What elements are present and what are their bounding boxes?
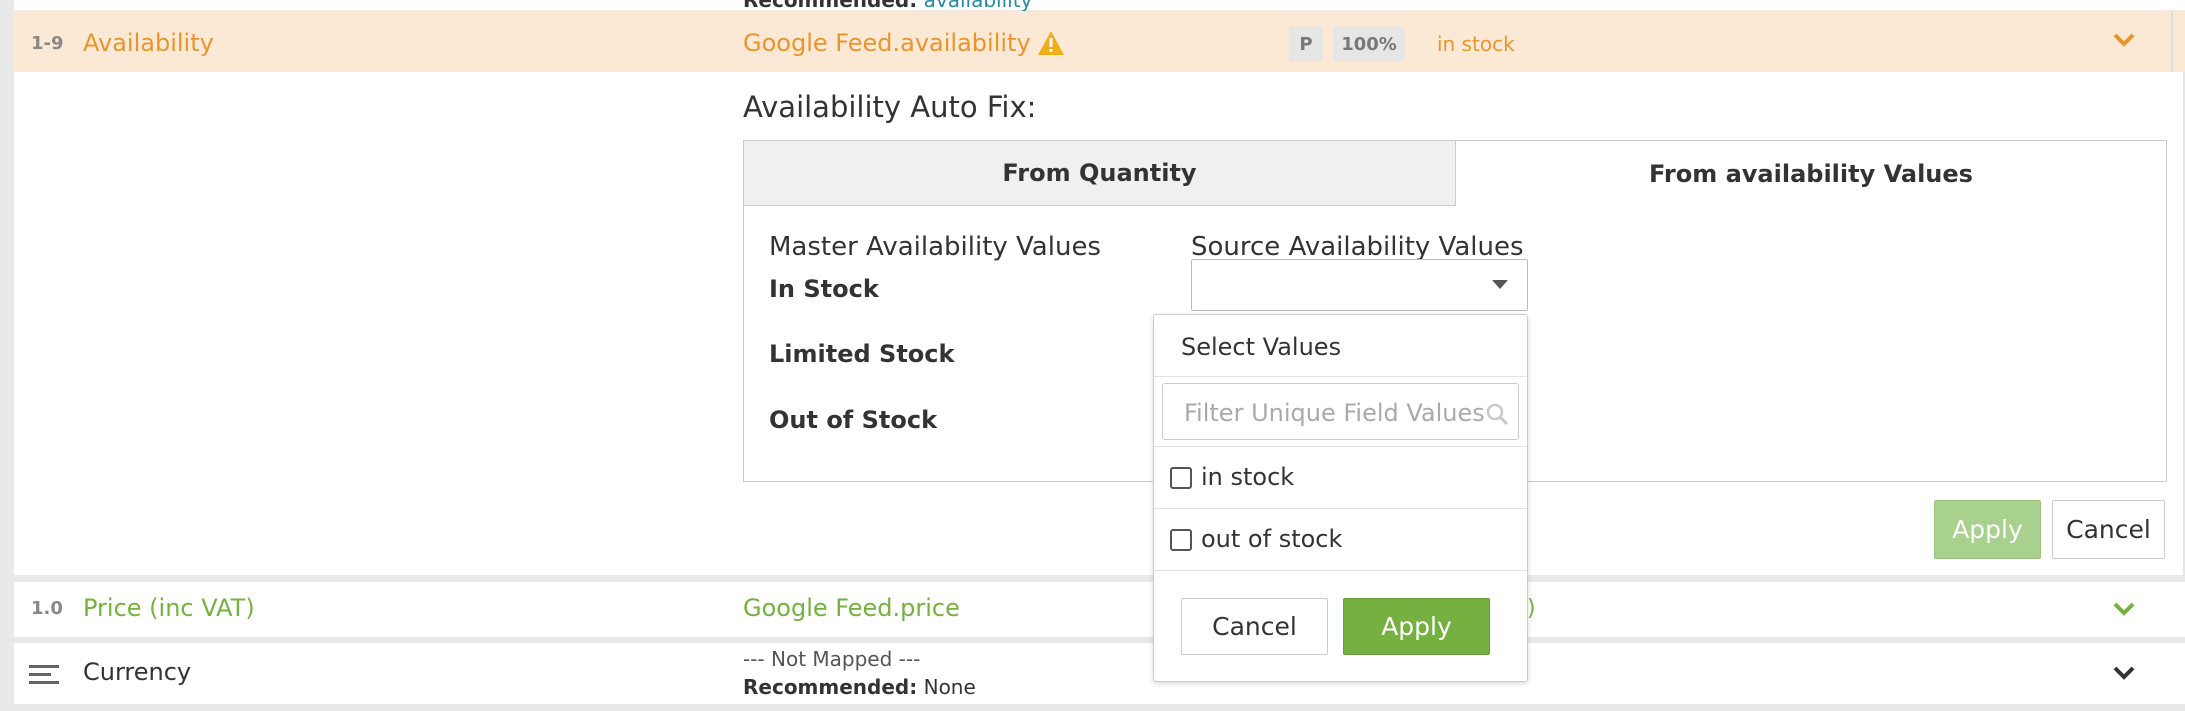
filter-input[interactable]: Filter Unique Field Values <box>1162 383 1519 440</box>
master-value-in-stock: In Stock <box>769 275 879 303</box>
row-sample-value: in stock <box>1437 32 1515 56</box>
source-values-header: Source Availability Values <box>1191 232 1524 262</box>
row-mapping-text[interactable]: Google Feed.availability <box>743 29 1031 57</box>
autofix-cancel-button[interactable]: Cancel <box>2052 500 2165 559</box>
row-name: Price (inc VAT) <box>83 594 255 622</box>
autofix-apply-button[interactable]: Apply <box>1934 500 2041 559</box>
dropdown-apply-button[interactable]: Apply <box>1343 598 1490 655</box>
filter-input-placeholder: Filter Unique Field Values <box>1184 399 1485 427</box>
checkbox[interactable] <box>1170 467 1192 489</box>
tab-from-quantity[interactable]: From Quantity <box>744 141 1456 206</box>
chevron-down-icon[interactable] <box>2113 32 2135 48</box>
master-value-out-of-stock: Out of Stock <box>769 406 938 434</box>
row-currency[interactable] <box>14 643 2185 704</box>
row-availability[interactable] <box>14 11 2171 72</box>
option-label: in stock <box>1201 463 1295 491</box>
master-values-header: Master Availability Values <box>769 232 1101 262</box>
select-values-dropdown: Select Values Filter Unique Field Values… <box>1153 314 1528 682</box>
recommended-label: Recommended: <box>743 675 918 699</box>
badge-percent: 100% <box>1333 27 1405 61</box>
row-name: Availability <box>83 29 214 57</box>
recommended-value: None <box>923 675 976 699</box>
dropdown-cancel-button[interactable]: Cancel <box>1181 598 1328 655</box>
option-label: out of stock <box>1201 525 1343 553</box>
master-value-limited-stock: Limited Stock <box>769 340 955 368</box>
row-mapping[interactable]: Google Feed.availability <box>743 29 1065 57</box>
row-index: 1-9 <box>31 33 64 54</box>
badge-p: P <box>1289 27 1323 61</box>
row-mapping-not-mapped[interactable]: --- Not Mapped --- <box>743 647 920 671</box>
option-in-stock[interactable]: in stock <box>1154 447 1527 508</box>
tab-from-availability-values[interactable]: From availability Values <box>1456 141 2166 206</box>
source-select-in-stock[interactable] <box>1191 259 1528 311</box>
right-scroll-strip[interactable] <box>2171 11 2185 72</box>
warning-icon <box>1037 31 1064 55</box>
dropdown-title: Select Values <box>1181 333 1342 361</box>
row-sample-fragment: ) <box>1527 596 1536 621</box>
chevron-down-icon[interactable] <box>2113 665 2135 681</box>
caret-down-icon <box>1492 280 1508 289</box>
search-icon <box>1486 403 1509 426</box>
dropdown-divider <box>1154 376 1527 377</box>
dropdown-divider <box>1154 570 1527 571</box>
row-mapping[interactable]: Google Feed.price <box>743 594 960 622</box>
row-price[interactable] <box>14 582 2185 637</box>
row-recommended: Recommended: None <box>743 675 976 699</box>
row-name: Currency <box>83 658 192 686</box>
option-out-of-stock[interactable]: out of stock <box>1154 509 1527 570</box>
chevron-down-icon[interactable] <box>2113 601 2135 617</box>
row-index: 1.0 <box>31 598 63 619</box>
checkbox[interactable] <box>1170 529 1192 551</box>
autofix-title: Availability Auto Fix: <box>743 90 1037 124</box>
menu-icon[interactable] <box>29 664 59 686</box>
top-strip <box>14 0 2185 10</box>
